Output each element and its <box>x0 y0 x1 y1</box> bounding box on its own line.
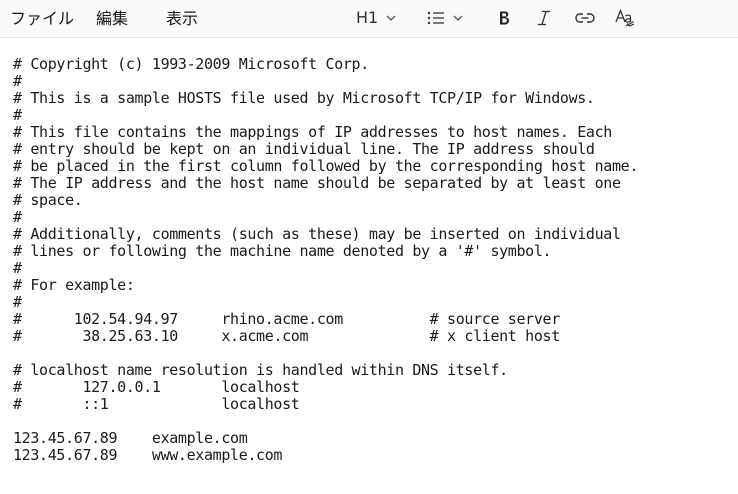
document-line: # lines or following the machine name de… <box>13 242 552 260</box>
document-line: # 127.0.0.1 localhost <box>13 378 300 396</box>
document-line: # The IP address and the host name shoul… <box>13 174 621 192</box>
document-line: # be placed in the first column followed… <box>13 157 639 175</box>
document-line: # Additionally, comments (such as these)… <box>13 225 621 243</box>
document-line: # <box>13 293 22 311</box>
bulleted-list-icon <box>427 11 445 25</box>
document-line: # space. <box>13 191 83 209</box>
heading-dropdown[interactable]: H1 <box>356 7 396 29</box>
menu-view[interactable]: 表示 <box>166 9 198 29</box>
menu-edit[interactable]: 編集 <box>96 9 128 29</box>
document-line: # This is a sample HOSTS file used by Mi… <box>13 89 595 107</box>
bold-button[interactable] <box>497 7 511 29</box>
document-line: # ::1 localhost <box>13 395 300 413</box>
bold-icon <box>497 10 511 26</box>
document-line: # <box>13 259 22 277</box>
document-line: # localhost name resolution is handled w… <box>13 361 508 379</box>
clear-formatting-icon <box>615 9 635 27</box>
document-line: 123.45.67.89 example.com <box>13 429 248 447</box>
link-icon <box>575 12 595 24</box>
heading-dropdown-label: H1 <box>356 8 379 27</box>
document-line: # entry should be kept on an individual … <box>13 140 595 158</box>
chevron-down-icon <box>453 13 463 23</box>
list-dropdown[interactable] <box>427 7 463 29</box>
text-editor[interactable]: # Copyright (c) 1993-2009 Microsoft Corp… <box>13 56 733 488</box>
italic-icon <box>537 10 551 26</box>
chevron-down-icon <box>386 13 396 23</box>
document-line: # 38.25.63.10 x.acme.com # x client host <box>13 327 560 345</box>
document-line: # This file contains the mappings of IP … <box>13 123 612 141</box>
clear-formatting-button[interactable] <box>615 7 635 29</box>
toolbar: ファイル 編集 表示 H1 <box>0 0 738 38</box>
document-line: # <box>13 72 22 90</box>
menu-file[interactable]: ファイル <box>10 9 74 29</box>
document-line: 123.45.67.89 www.example.com <box>13 446 283 464</box>
document-line: # For example: <box>13 276 135 294</box>
document-line: # 102.54.94.97 rhino.acme.com # source s… <box>13 310 560 328</box>
italic-button[interactable] <box>537 7 551 29</box>
document-line: # Copyright (c) 1993-2009 Microsoft Corp… <box>13 56 369 73</box>
document-line: # <box>13 106 22 124</box>
link-button[interactable] <box>575 7 595 29</box>
document-text[interactable]: # Copyright (c) 1993-2009 Microsoft Corp… <box>13 56 733 464</box>
document-line: # <box>13 208 22 226</box>
